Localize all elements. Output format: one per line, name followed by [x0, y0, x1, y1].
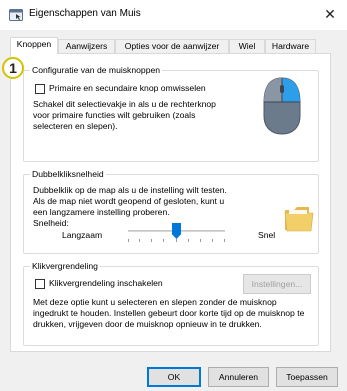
- close-icon[interactable]: ✕: [323, 6, 337, 22]
- apply-button[interactable]: Toepassen: [276, 367, 338, 387]
- folder-icon[interactable]: [283, 204, 315, 234]
- slider-tick: [163, 239, 164, 242]
- ok-button[interactable]: OK: [147, 367, 201, 387]
- speed-slow-label: Langzaam: [62, 230, 103, 240]
- slider-tick: [224, 239, 225, 242]
- tab-opties-voor-de-aanwijzer[interactable]: Opties voor de aanwijzer: [115, 39, 229, 53]
- window-title: Eigenschappen van Muis: [29, 8, 141, 19]
- tab-wiel[interactable]: Wiel: [229, 39, 265, 53]
- double-click-description: Dubbelklik op de map als u de instelling…: [33, 185, 227, 217]
- title-bar[interactable]: Eigenschappen van Muis ✕: [0, 0, 347, 30]
- slider-tick: [200, 239, 201, 242]
- slider-tick: [151, 239, 152, 242]
- slider-tick: [212, 239, 213, 242]
- click-lock-legend: Klikvergrendeling: [30, 261, 100, 272]
- mouse-app-icon: [9, 9, 23, 21]
- click-lock-checkbox[interactable]: [35, 279, 45, 289]
- tab-strip: Knoppen Aanwijzers Opties voor de aanwij…: [10, 37, 330, 54]
- double-click-legend: Dubbelkliksnelheid: [30, 169, 106, 180]
- button-config-legend: Configuratie van de muisknoppen: [30, 65, 163, 76]
- tab-hardware[interactable]: Hardware: [265, 39, 316, 53]
- step-number-badge: 1: [2, 57, 24, 79]
- slider-tick: [139, 239, 140, 242]
- tab-panel: Configuratie van de muisknoppen Primaire…: [10, 53, 331, 352]
- click-lock-description: Met deze optie kunt u selecteren en slep…: [33, 297, 305, 329]
- cancel-button[interactable]: Annuleren: [208, 367, 269, 387]
- speed-fast-label: Snel: [258, 230, 276, 240]
- slider-tick: [188, 239, 189, 242]
- mouse-illustration-icon: [263, 77, 301, 135]
- click-lock-label[interactable]: Klikvergrendeling inschakelen: [49, 278, 163, 289]
- slider-tick: [128, 239, 129, 242]
- swap-buttons-label[interactable]: Primaire en secundaire knop omwisselen: [49, 83, 206, 94]
- click-lock-settings-button[interactable]: Instellingen...: [243, 274, 311, 294]
- speed-label: Snelheid:: [33, 218, 69, 228]
- button-config-description: Schakel dit selectievakje in als u de re…: [33, 99, 216, 131]
- tab-knoppen[interactable]: Knoppen: [10, 37, 58, 54]
- swap-buttons-checkbox[interactable]: [35, 84, 45, 94]
- tab-aanwijzers[interactable]: Aanwijzers: [58, 39, 115, 53]
- slider-tick: [176, 239, 177, 242]
